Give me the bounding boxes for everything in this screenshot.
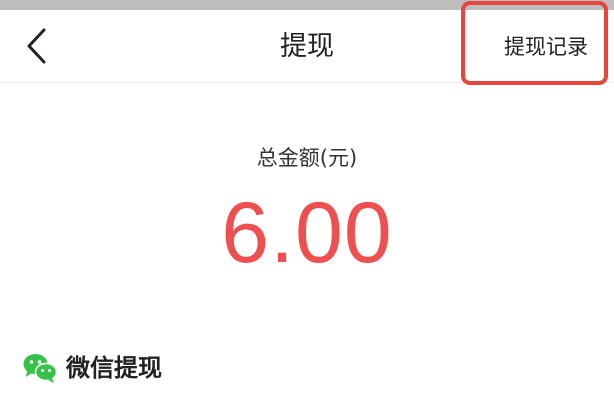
status-strip xyxy=(0,0,614,10)
wechat-icon xyxy=(23,354,58,383)
wechat-withdraw-label: 微信提现 xyxy=(66,354,162,382)
balance-label: 总金额(元) xyxy=(256,146,358,170)
nav-bar: 提现 提现记录 xyxy=(0,10,614,83)
withdrawal-history-link[interactable]: 提现记录 xyxy=(504,31,588,63)
wechat-withdraw-option[interactable]: 微信提现 xyxy=(22,346,162,390)
balance-amount: 6.00 xyxy=(221,185,393,281)
